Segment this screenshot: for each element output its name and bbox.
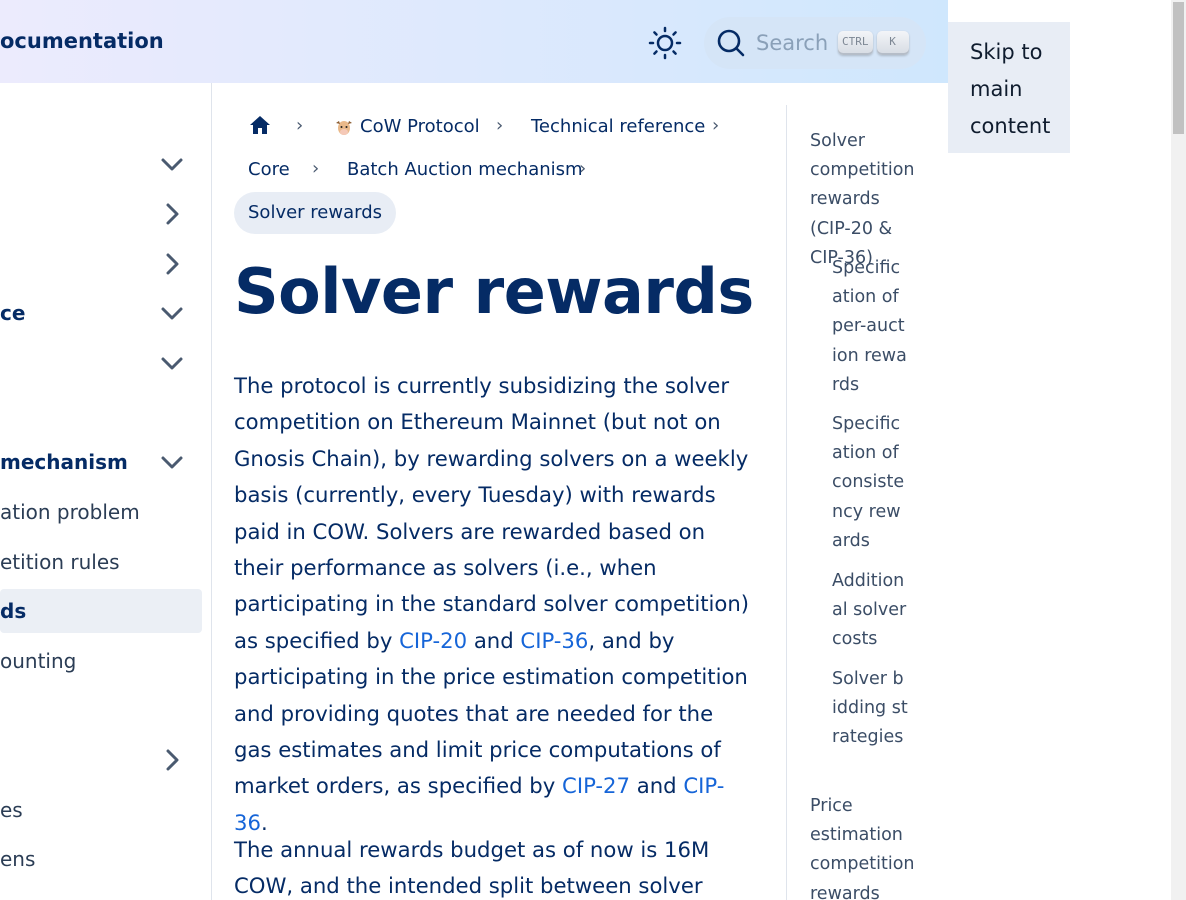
chevron-right-icon: › <box>296 115 304 136</box>
chevron-down-icon[interactable] <box>160 152 184 176</box>
breadcrumb-item-core[interactable]: Core <box>248 159 290 180</box>
theme-toggle-button[interactable] <box>646 24 684 62</box>
sidebar-item-label: mechanism <box>0 450 128 474</box>
sidebar-item-label: ation problem <box>0 500 140 524</box>
skip-to-main-content-link[interactable]: Skip to main content <box>948 22 1070 153</box>
paragraph-text: and <box>467 627 521 653</box>
chevron-right-icon: › <box>312 158 320 179</box>
sidebar-item-label: ds <box>0 599 27 623</box>
sidebar-item-optimization-problem[interactable]: ation problem <box>0 490 202 534</box>
sidebar-item-accounting[interactable]: ounting <box>0 639 202 683</box>
sidebar-item-1[interactable] <box>0 192 202 236</box>
chevron-right-icon: › <box>496 115 504 136</box>
chevron-right-icon: › <box>579 158 587 179</box>
search-placeholder: Search <box>756 31 829 55</box>
table-of-contents: Solver competition rewards (CIP-20 & CIP… <box>786 105 936 900</box>
chevron-right-icon[interactable] <box>160 202 184 226</box>
toc-item-price-estimation-rewards[interactable]: Price estimation competition rewards (CI… <box>810 792 922 900</box>
scrollbar-thumb[interactable] <box>1173 2 1184 134</box>
chevron-right-icon: › <box>712 115 720 136</box>
search-icon <box>717 29 745 57</box>
sun-icon <box>648 26 682 60</box>
paragraph-text: The protocol is currently subsidizing th… <box>234 373 750 653</box>
sidebar-item-11[interactable]: es <box>0 788 202 832</box>
cip-27-link[interactable]: CIP-27 <box>562 773 630 798</box>
sidebar-item-2[interactable] <box>0 242 202 286</box>
breadcrumb-current: Solver rewards <box>234 192 397 234</box>
chevron-down-icon[interactable] <box>160 450 184 474</box>
sidebar-item-label: ounting <box>0 649 77 673</box>
chevron-right-icon[interactable] <box>160 748 184 772</box>
header: ocumentation Search CTRL K <box>0 0 948 83</box>
sidebar-item-label: ens <box>0 847 36 871</box>
toc-item-additional-solver-costs[interactable]: Additional solver costs <box>832 567 908 655</box>
sidebar-item-label: es <box>0 798 23 822</box>
toc-item-consistency-rewards[interactable]: Specification of consistency rewards <box>832 410 908 556</box>
sidebar-item-4[interactable] <box>0 341 202 385</box>
sidebar-item-3[interactable]: ce <box>0 291 202 335</box>
paragraph-text: and <box>630 773 684 799</box>
home-icon[interactable] <box>249 115 271 135</box>
cip-36-link[interactable]: CIP-36 <box>520 628 588 653</box>
toc-item-solver-bidding-strategies[interactable]: Solver bidding strategies <box>832 665 908 753</box>
shortcut-key-k: K <box>876 31 909 55</box>
shortcut-key-ctrl: CTRL <box>838 31 873 55</box>
cow-logo-icon <box>334 117 354 137</box>
sidebar: ce mechanism ation problem etition rules… <box>0 83 212 900</box>
sidebar-item-label: ce <box>0 301 26 325</box>
budget-paragraph: The annual rewards budget as of now is 1… <box>234 837 710 899</box>
chevron-down-icon[interactable] <box>160 301 184 325</box>
chevron-down-icon[interactable] <box>160 351 184 375</box>
breadcrumb-item-cow-protocol[interactable]: CoW Protocol <box>360 116 480 137</box>
toc-item-per-auction-rewards[interactable]: Specification of per-auction rewards <box>832 254 908 400</box>
sidebar-item-batch-auction-mechanism[interactable]: mechanism <box>0 440 202 484</box>
site-title[interactable]: ocumentation <box>0 29 164 53</box>
sidebar-item-label: etition rules <box>0 550 120 574</box>
page-title: Solver rewards <box>234 255 754 328</box>
chevron-right-icon[interactable] <box>160 252 184 276</box>
sidebar-item-12[interactable]: ens <box>0 837 202 881</box>
sidebar-item-10[interactable] <box>0 738 202 782</box>
search-button[interactable]: Search CTRL K <box>704 17 926 69</box>
cip-20-link[interactable]: CIP-20 <box>399 628 467 653</box>
page-scrollbar[interactable] <box>1171 0 1186 900</box>
intro-paragraph: The protocol is currently subsidizing th… <box>234 368 754 841</box>
breadcrumb-item-technical-reference[interactable]: Technical reference <box>531 116 705 137</box>
sidebar-item-0[interactable] <box>0 142 202 186</box>
sidebar-item-competition-rules[interactable]: etition rules <box>0 540 202 584</box>
breadcrumb-item-batch-auction-mechanism[interactable]: Batch Auction mechanism <box>347 159 583 180</box>
toc-item-solver-competition-rewards[interactable]: Solver competition rewards (CIP-20 & CIP… <box>810 127 922 273</box>
sidebar-item-solver-rewards[interactable]: ds <box>0 589 202 633</box>
